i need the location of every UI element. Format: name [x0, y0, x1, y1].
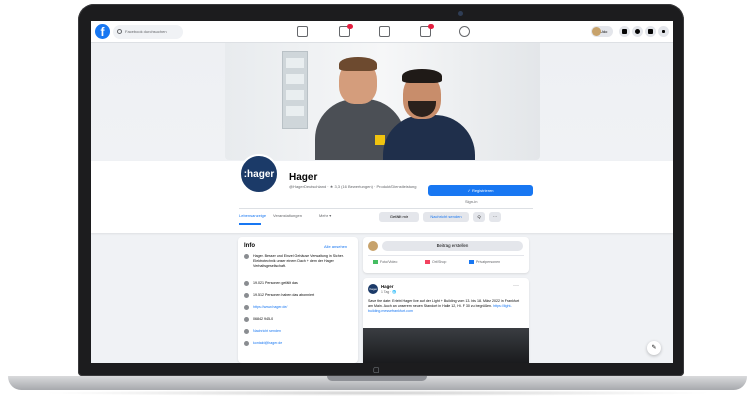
info-row-description: Hager. Besser und Einzel Gehäuse Verwalt…: [244, 254, 352, 269]
post-author-avatar[interactable]: :hager: [368, 284, 378, 294]
groups-icon[interactable]: [459, 26, 470, 37]
post-image[interactable]: [363, 328, 529, 363]
info-row-likes: 19.021 Personen gefällt das: [244, 281, 352, 286]
search-placeholder: Facebook durchsuchen: [125, 29, 167, 34]
info-row-email[interactable]: kontakt@hager.de: [244, 341, 352, 346]
shelf-image: [282, 51, 308, 129]
active-tab-indicator: [239, 223, 261, 225]
menu-icon[interactable]: [619, 26, 630, 37]
facebook-logo-icon[interactable]: f: [95, 24, 110, 39]
sign-in-link[interactable]: Sign-in: [465, 199, 477, 204]
laptop-brand-mark: ▢: [373, 367, 380, 374]
post-timestamp[interactable]: 1 Tag · 🌐: [381, 290, 396, 294]
see-all-link[interactable]: Alle ansehen: [324, 244, 347, 249]
camera-icon: [458, 11, 463, 16]
message-button[interactable]: Nachricht senden: [423, 212, 469, 222]
user-name: Udo: [600, 29, 608, 34]
feed-post: :hager Hager 1 Tag · 🌐 ··· Save the date…: [363, 278, 529, 363]
post-composer: Beitrag erstellen Foto/Video Ort/Shop Pr…: [363, 237, 529, 273]
info-row-phone: 06842 945-0: [244, 317, 352, 322]
profile-chip[interactable]: Udo: [591, 26, 613, 37]
page-title: Hager: [289, 172, 318, 183]
notification-badge: [428, 24, 434, 29]
tab-lebensanzeige[interactable]: Lebensanzeige: [239, 213, 266, 218]
home-icon[interactable]: [297, 26, 308, 37]
cover-photo[interactable]: [225, 43, 540, 160]
post-more-button[interactable]: ···: [513, 283, 519, 289]
search-input[interactable]: Facebook durchsuchen: [113, 25, 183, 39]
info-row-message[interactable]: Nachricht senden: [244, 329, 352, 334]
laptop-shadow: [40, 390, 715, 396]
person-right-hair: [402, 69, 442, 83]
follow-icon: [244, 293, 249, 298]
more-button[interactable]: ···: [489, 212, 501, 222]
like-button[interactable]: Gefällt mir: [379, 212, 419, 222]
photo-video-button[interactable]: Foto/Video: [373, 260, 397, 265]
bell-icon[interactable]: [645, 26, 656, 37]
messenger-icon: [244, 329, 249, 334]
person-left-hair: [339, 57, 377, 71]
post-author[interactable]: Hager: [381, 284, 393, 289]
people-icon: [469, 260, 474, 265]
messenger-icon[interactable]: [632, 26, 643, 37]
notification-badge: [347, 24, 353, 29]
stage: f Facebook durchsuchen Udo:hager Hager …: [0, 0, 755, 399]
mail-icon: [244, 341, 249, 346]
laptop-notch: [327, 376, 427, 381]
divider: [239, 208, 533, 209]
register-button[interactable]: ✓ Registrieren: [428, 185, 533, 196]
search-page-button[interactable]: Q: [473, 212, 485, 222]
phone-icon: [244, 317, 249, 322]
location-button[interactable]: Ort/Shop: [425, 260, 446, 265]
info-row-followers: 19.512 Personen haben das abonniert: [244, 293, 352, 298]
video-icon[interactable]: [379, 26, 390, 37]
cover-area: [91, 43, 673, 161]
flag-icon[interactable]: [339, 24, 353, 37]
photo-icon: [373, 260, 378, 265]
location-icon: [425, 260, 430, 265]
caret-icon[interactable]: [658, 26, 669, 37]
globe-icon: [244, 305, 249, 310]
like-icon: [244, 281, 249, 286]
screen: f Facebook durchsuchen Udo:hager Hager …: [91, 21, 673, 363]
compose-icon[interactable]: ✎: [647, 341, 661, 355]
tab-veranstaltungen[interactable]: Veranstaltungen: [273, 213, 302, 218]
create-post-input[interactable]: Beitrag erstellen: [382, 241, 523, 251]
top-nav-bar: f Facebook durchsuchen Udo: [91, 21, 673, 43]
info-icon: [244, 254, 249, 259]
page-subtitle: @HagerDeutschland · ★ 3,3 (16 Bewertunge…: [289, 184, 417, 189]
tab-mehr[interactable]: Mehr ▾: [319, 213, 331, 218]
profile-header: :hager Hager @HagerDeutschland · ★ 3,3 (…: [91, 154, 673, 233]
avatar: [592, 27, 601, 36]
search-icon: [117, 29, 122, 34]
info-row-website[interactable]: https://www.hager.de/: [244, 305, 352, 310]
info-card: Info Alle ansehen Hager. Besser und Einz…: [238, 237, 358, 363]
post-text: Save the date: Erlebt Hager live auf der…: [368, 299, 520, 313]
store-icon[interactable]: [420, 24, 434, 37]
audience-button[interactable]: Privatpersonen: [469, 260, 500, 265]
divider: [368, 255, 524, 256]
page-avatar[interactable]: :hager: [239, 154, 279, 194]
avatar: [368, 241, 378, 251]
